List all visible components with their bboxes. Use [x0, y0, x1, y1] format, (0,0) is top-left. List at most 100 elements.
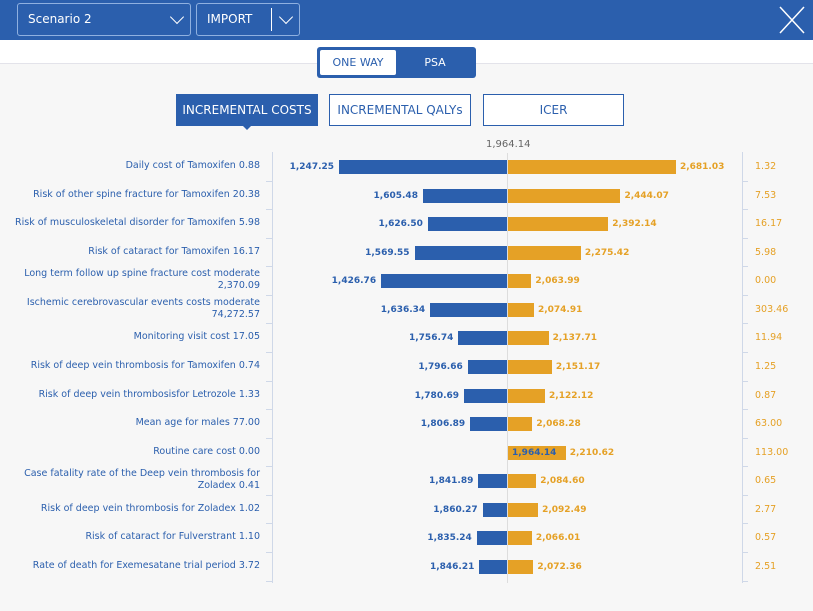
import-split-button[interactable]: IMPORT [196, 3, 300, 36]
low-bar [479, 559, 507, 574]
high-bar [508, 331, 549, 346]
tab-incremental-costs[interactable]: INCREMENTAL COSTS [176, 94, 318, 130]
left-axis-tick [266, 580, 272, 582]
high-bar [508, 388, 546, 403]
chevron-down-icon [169, 9, 185, 25]
toggle-one-way[interactable]: ONE WAY [320, 50, 396, 75]
parameter-label: Risk of cataract for Fulverstrant 1.10 [85, 531, 260, 543]
high-value-label: 2,068.28 [536, 419, 581, 430]
right-value: 0.65 [755, 475, 777, 487]
high-value-label: 2,074.91 [537, 304, 583, 315]
right-axis-tick [742, 294, 748, 296]
low-bar [482, 502, 507, 517]
low-value-label: 1,569.55 [365, 247, 410, 258]
left-axis-tick [266, 266, 272, 268]
left-axis [272, 152, 273, 583]
chevron-down-icon[interactable] [278, 9, 294, 25]
low-bar [464, 388, 507, 403]
right-value: 113.00 [755, 446, 789, 458]
low-value-label: 1,605.48 [373, 190, 418, 201]
high-value-label: 2,137.71 [552, 333, 598, 344]
parameter-label: Monitoring visit cost 17.05 [133, 331, 260, 343]
left-axis-tick [266, 523, 272, 525]
right-axis [742, 152, 743, 583]
scenario-dropdown[interactable]: Scenario 2 [17, 3, 191, 36]
left-axis-tick [266, 551, 272, 553]
right-axis-tick [742, 494, 748, 496]
tab-icer[interactable]: ICER [483, 94, 624, 126]
low-value-label: 1,426.76 [331, 276, 377, 287]
top-bar: Scenario 2 IMPORT [0, 0, 813, 40]
left-axis-tick [266, 180, 272, 182]
left-axis-tick [266, 466, 272, 468]
high-value-label: 2,122.12 [549, 390, 594, 401]
low-value-label: 1,636.34 [380, 304, 426, 315]
parameter-label: Case fatality rate of the Deep vein thro… [24, 468, 260, 492]
low-value-label: 1,626.50 [378, 219, 423, 230]
low-bar [478, 474, 507, 489]
parameter-label: Risk of musculoskeletal disorder for Tam… [15, 217, 260, 229]
right-axis-tick [742, 380, 748, 382]
parameter-label: Daily cost of Tamoxifen 0.88 [125, 160, 260, 171]
high-bar [508, 359, 552, 374]
low-bar [458, 331, 507, 346]
parameter-label: Risk of deep vein thrombosis for Zoladex… [40, 502, 260, 514]
right-axis-tick [742, 266, 748, 268]
toggle-psa[interactable]: PSA [397, 50, 473, 75]
high-value-label: 2,066.01 [535, 533, 581, 544]
right-axis-tick [742, 237, 748, 239]
right-axis-tick [742, 580, 748, 582]
right-axis-tick [742, 437, 748, 439]
high-bar [508, 274, 532, 289]
high-value-label: 2,084.60 [540, 476, 585, 487]
right-axis-tick [742, 551, 748, 553]
parameter-label: Ischemic cerebrovascular events costs mo… [26, 296, 260, 320]
left-axis-tick [266, 437, 272, 439]
low-bar [476, 531, 507, 546]
low-bar [339, 160, 507, 174]
left-axis-tick [266, 380, 272, 382]
low-bar [467, 359, 507, 374]
high-bar [508, 474, 537, 489]
left-axis-tick [266, 294, 272, 296]
right-axis-tick [742, 351, 748, 353]
low-value-label: 1,964.14 [512, 447, 557, 458]
parameter-label: Risk of deep vein thrombosisfor Letrozol… [38, 388, 260, 400]
right-axis-tick [742, 466, 748, 468]
right-value: 303.46 [755, 303, 789, 315]
scenario-value: Scenario 2 [28, 12, 92, 26]
left-axis-tick [266, 494, 272, 496]
low-bar [430, 302, 507, 317]
right-axis-tick [742, 323, 748, 325]
high-bar [508, 417, 533, 432]
parameter-label: Risk of cataract for Tamoxifen 16.17 [88, 245, 260, 257]
right-value: 63.00 [755, 418, 783, 430]
right-value: 1.25 [755, 360, 777, 372]
right-axis-tick [742, 523, 748, 525]
parameter-label: Rate of death for Exemesatane trial peri… [32, 559, 260, 571]
low-bar [422, 188, 507, 203]
right-value: 7.53 [755, 189, 777, 201]
low-value-label: 1,806.89 [420, 419, 466, 430]
low-value-label: 1,780.69 [414, 390, 460, 401]
tab-incremental-qalys[interactable]: INCREMENTAL QALYs [329, 94, 471, 126]
mode-toggle: ONE WAY PSA [317, 47, 476, 78]
left-axis-tick [266, 409, 272, 411]
left-axis-tick [266, 237, 272, 239]
low-value-label: 1,796.66 [418, 361, 463, 372]
parameter-label: Risk of other spine fracture for Tamoxif… [33, 188, 260, 200]
high-value-label: 2,072.36 [537, 561, 582, 572]
high-bar [508, 531, 532, 546]
parameter-label: Routine care cost 0.00 [153, 445, 260, 457]
divider [271, 8, 272, 31]
right-value: 0.87 [755, 389, 777, 401]
high-bar [508, 559, 534, 574]
parameter-label: Risk of deep vein thrombosis for Tamoxif… [30, 359, 260, 371]
high-bar [508, 302, 534, 317]
close-icon[interactable] [779, 6, 805, 34]
low-bar [470, 417, 507, 432]
right-value: 2.51 [755, 560, 777, 572]
base-value-label: 1,964.14 [486, 139, 531, 150]
high-bar [508, 502, 539, 517]
low-value-label: 1,247.25 [289, 162, 335, 172]
